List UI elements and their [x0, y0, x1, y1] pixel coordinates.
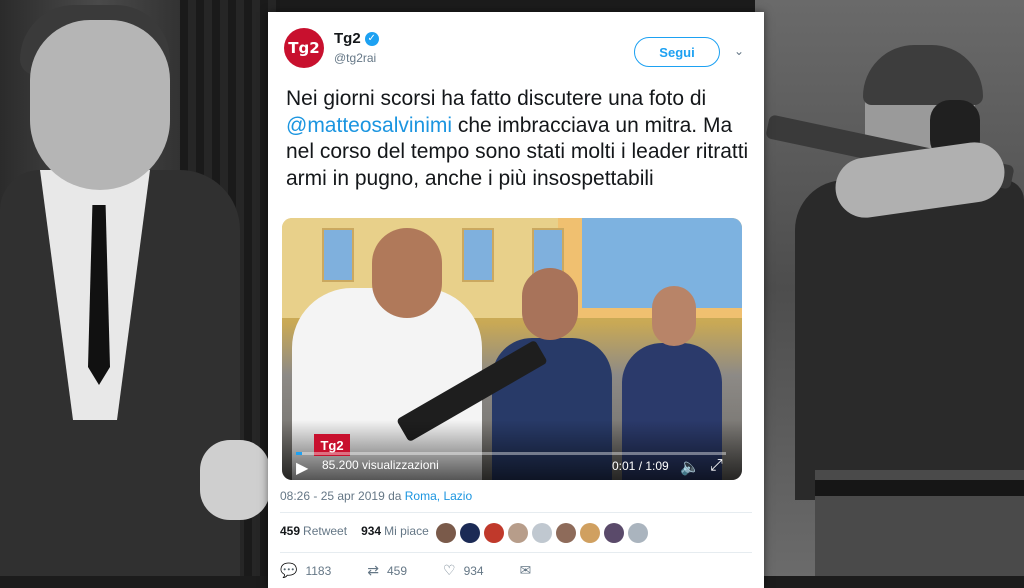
reply-button[interactable]: 💬 1183 — [280, 562, 331, 579]
verified-badge-icon: ✓ — [364, 31, 379, 46]
video-progress-bar[interactable] — [296, 452, 726, 455]
tweet-text: Nei giorni scorsi ha fatto discutere una… — [286, 86, 756, 192]
tweet-text-before: Nei giorni scorsi ha fatto discutere una… — [286, 87, 707, 110]
tweet-stats: 459 Retweet 934 Mi piace — [280, 524, 429, 538]
reply-icon: 💬 — [280, 562, 298, 578]
liker-avatars — [436, 523, 648, 543]
liker-avatar[interactable] — [460, 523, 480, 543]
shooter-body — [795, 180, 1024, 500]
video-player[interactable]: Tg2 ▶ 85.200 visualizzazioni 0:01 / 1:09… — [282, 218, 742, 480]
liker-avatar[interactable] — [532, 523, 552, 543]
like-count: 934 — [463, 563, 484, 578]
volume-icon[interactable]: 🔈 — [680, 457, 700, 477]
mention-link[interactable]: @matteosalvinimi — [286, 114, 452, 137]
video-window — [462, 228, 494, 282]
background-photo-right — [755, 0, 1024, 576]
head-figure — [30, 20, 170, 190]
message-button[interactable]: ✉ — [520, 562, 532, 579]
video-person-face — [372, 228, 442, 318]
retweet-button[interactable]: ⇄ 459 — [367, 562, 407, 579]
tweet-meta: 08:26 - 25 apr 2019 da Roma, Lazio — [280, 489, 472, 503]
tweet-actions: 💬 1183 ⇄ 459 ♡ 934 ✉ — [280, 562, 531, 579]
view-count: 85.200 visualizzazioni — [322, 458, 439, 472]
divider — [280, 512, 752, 513]
envelope-icon: ✉ — [519, 562, 532, 578]
retweet-icon: ⇄ — [367, 562, 379, 578]
display-name-text[interactable]: Tg2 — [334, 30, 361, 47]
follow-button[interactable]: Segui — [634, 37, 720, 67]
tweet-card: Tg2 Tg2 ✓ @tg2rai Segui ⌄ Nei giorni sco… — [268, 12, 764, 588]
heart-icon: ♡ — [443, 562, 456, 578]
like-stat-count: 934 — [361, 524, 382, 538]
divider — [280, 552, 752, 553]
tweet-timestamp[interactable]: 08:26 - 25 apr 2019 da — [280, 489, 405, 503]
like-stat-label: Mi piace — [384, 524, 429, 538]
like-stat[interactable]: 934 Mi piace — [361, 524, 429, 538]
retweet-stat-count: 459 — [280, 524, 301, 538]
liker-avatar[interactable] — [484, 523, 504, 543]
reply-count: 1183 — [305, 563, 332, 578]
user-handle[interactable]: @tg2rai — [334, 51, 376, 65]
tweet-location[interactable]: Roma, Lazio — [405, 489, 472, 503]
avatar[interactable]: Tg2 — [284, 28, 324, 68]
hand-figure — [200, 440, 270, 520]
video-person-face — [522, 268, 578, 340]
video-progress-fill — [296, 452, 303, 455]
liker-avatar[interactable] — [604, 523, 624, 543]
like-button[interactable]: ♡ 934 — [443, 562, 484, 579]
video-window — [322, 228, 354, 282]
fullscreen-icon[interactable]: ⤢ — [710, 457, 723, 475]
shooter-cap — [863, 45, 983, 105]
display-name[interactable]: Tg2 ✓ — [334, 30, 379, 47]
liker-avatar[interactable] — [628, 523, 648, 543]
background-photo-left — [0, 0, 280, 576]
play-icon[interactable]: ▶ — [296, 458, 308, 478]
liker-avatar[interactable] — [508, 523, 528, 543]
video-person-face — [652, 286, 696, 346]
liker-avatar[interactable] — [580, 523, 600, 543]
video-time: 0:01 / 1:09 — [612, 459, 669, 473]
liker-avatar[interactable] — [556, 523, 576, 543]
retweet-stat[interactable]: 459 Retweet — [280, 524, 347, 538]
retweet-count: 459 — [386, 563, 408, 578]
chevron-down-icon[interactable]: ⌄ — [734, 44, 744, 58]
liker-avatar[interactable] — [436, 523, 456, 543]
retweet-stat-label: Retweet — [303, 524, 348, 538]
shooter-belt — [815, 480, 1024, 496]
